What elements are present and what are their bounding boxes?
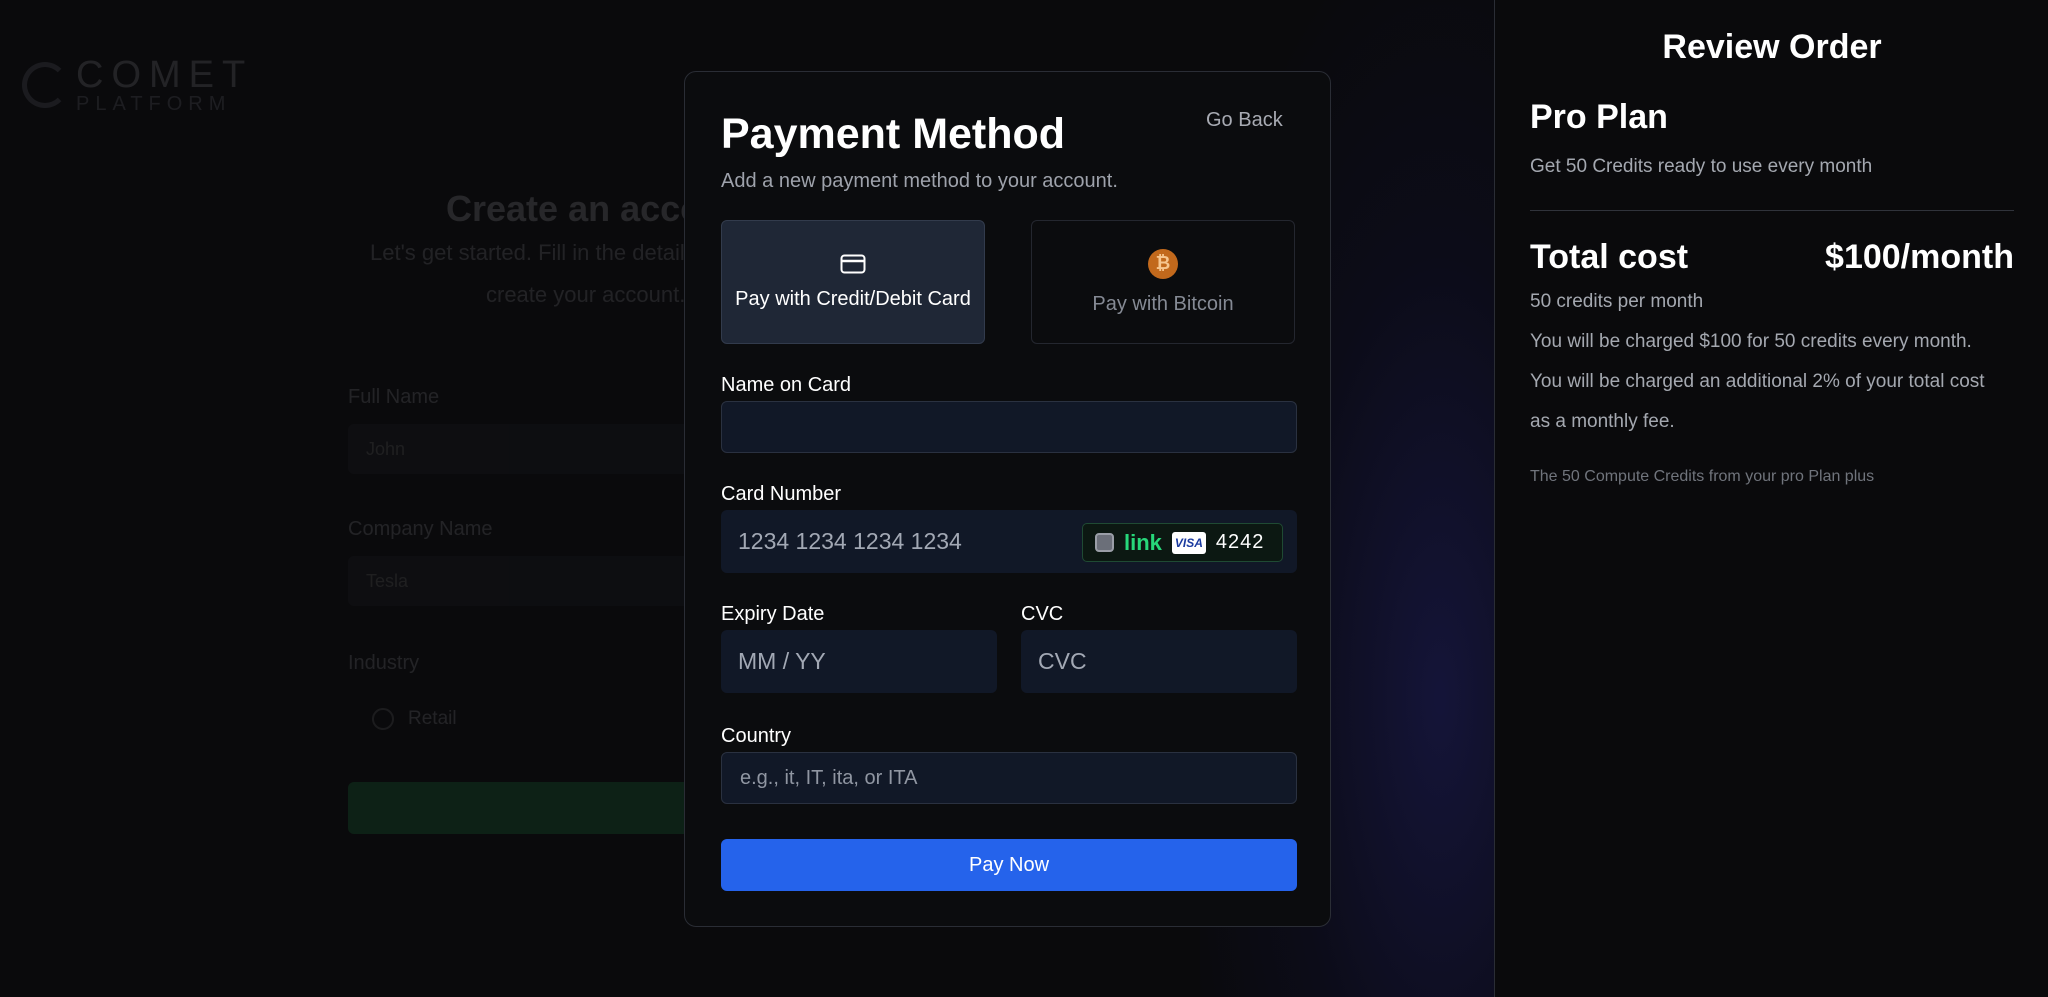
name-on-card-input[interactable] <box>721 401 1297 453</box>
review-order-title: Review Order <box>1662 28 1882 66</box>
name-on-card-label: Name on Card <box>721 374 852 396</box>
country-input[interactable] <box>721 752 1297 804</box>
logo-name: COMET <box>76 54 254 96</box>
go-back-button[interactable]: Go Back <box>1206 109 1283 132</box>
background-radio <box>372 708 394 730</box>
modal-title: Payment Method <box>721 110 1066 158</box>
expiry-date-label: Expiry Date <box>721 603 825 625</box>
review-order-panel: Review Order Pro Plan Get 50 Credits rea… <box>1494 0 2048 997</box>
plan-name: Pro Plan <box>1530 98 1668 136</box>
card-last4: 4242 <box>1215 531 1265 553</box>
background-submit-button <box>348 782 708 834</box>
pay-with-bitcoin-label: Pay with Bitcoin <box>1092 292 1234 315</box>
link-logo: link <box>1124 529 1162 555</box>
bitcoin-icon: ₿ <box>1148 248 1178 279</box>
fee-description-2: as a monthly fee. <box>1530 411 1675 432</box>
background-field-label: Full Name <box>348 386 440 408</box>
card-number-label: Card Number <box>721 483 842 505</box>
payment-method-modal: Payment Method Go Back Add a new payment… <box>684 71 1331 927</box>
background-subtitle-2: create your account. <box>486 282 686 307</box>
cvc-input[interactable] <box>1021 630 1297 693</box>
charge-description: You will be charged $100 for 50 credits … <box>1530 331 1972 352</box>
expiry-date-input[interactable] <box>721 630 997 693</box>
pay-now-button[interactable]: Pay Now <box>721 839 1297 891</box>
visa-icon: VISA <box>1171 531 1206 554</box>
pay-with-card-label: Pay with Credit/Debit Card <box>735 287 971 310</box>
logo-subtitle: PLATFORM <box>76 93 232 115</box>
background-field: John <box>348 424 708 474</box>
cvc-label: CVC <box>1021 603 1064 625</box>
total-cost-label: Total cost <box>1530 238 1689 276</box>
background-field: Tesla <box>348 556 708 606</box>
background-field-label: Company Name <box>348 518 493 540</box>
plan-description: Get 50 Credits ready to use every month <box>1530 156 1873 177</box>
pay-with-card-option[interactable]: Pay with Credit/Debit Card <box>721 220 985 344</box>
credits-per-month: 50 credits per month <box>1530 291 1704 312</box>
modal-subtitle: Add a new payment method to your account… <box>721 170 1118 192</box>
credit-card-icon <box>840 254 866 274</box>
review-divider <box>1530 210 2014 211</box>
logo-mark-icon <box>22 62 68 108</box>
fee-description: You will be charged an additional 2% of … <box>1530 371 1985 392</box>
country-label: Country <box>721 725 792 747</box>
background-radio-group-label: Industry <box>348 652 420 674</box>
total-cost-value: $100/month <box>1825 238 2014 276</box>
background-radio-label: Retail <box>408 708 457 729</box>
link-autofill-button[interactable]: link VISA 4242 <box>1082 523 1283 562</box>
link-checkbox[interactable] <box>1095 533 1114 552</box>
pay-with-bitcoin-option[interactable]: ₿ Pay with Bitcoin <box>1031 220 1295 344</box>
brand-logo: COMET PLATFORM <box>22 56 253 114</box>
credits-note: The 50 Compute Credits from your pro Pla… <box>1530 468 1875 485</box>
